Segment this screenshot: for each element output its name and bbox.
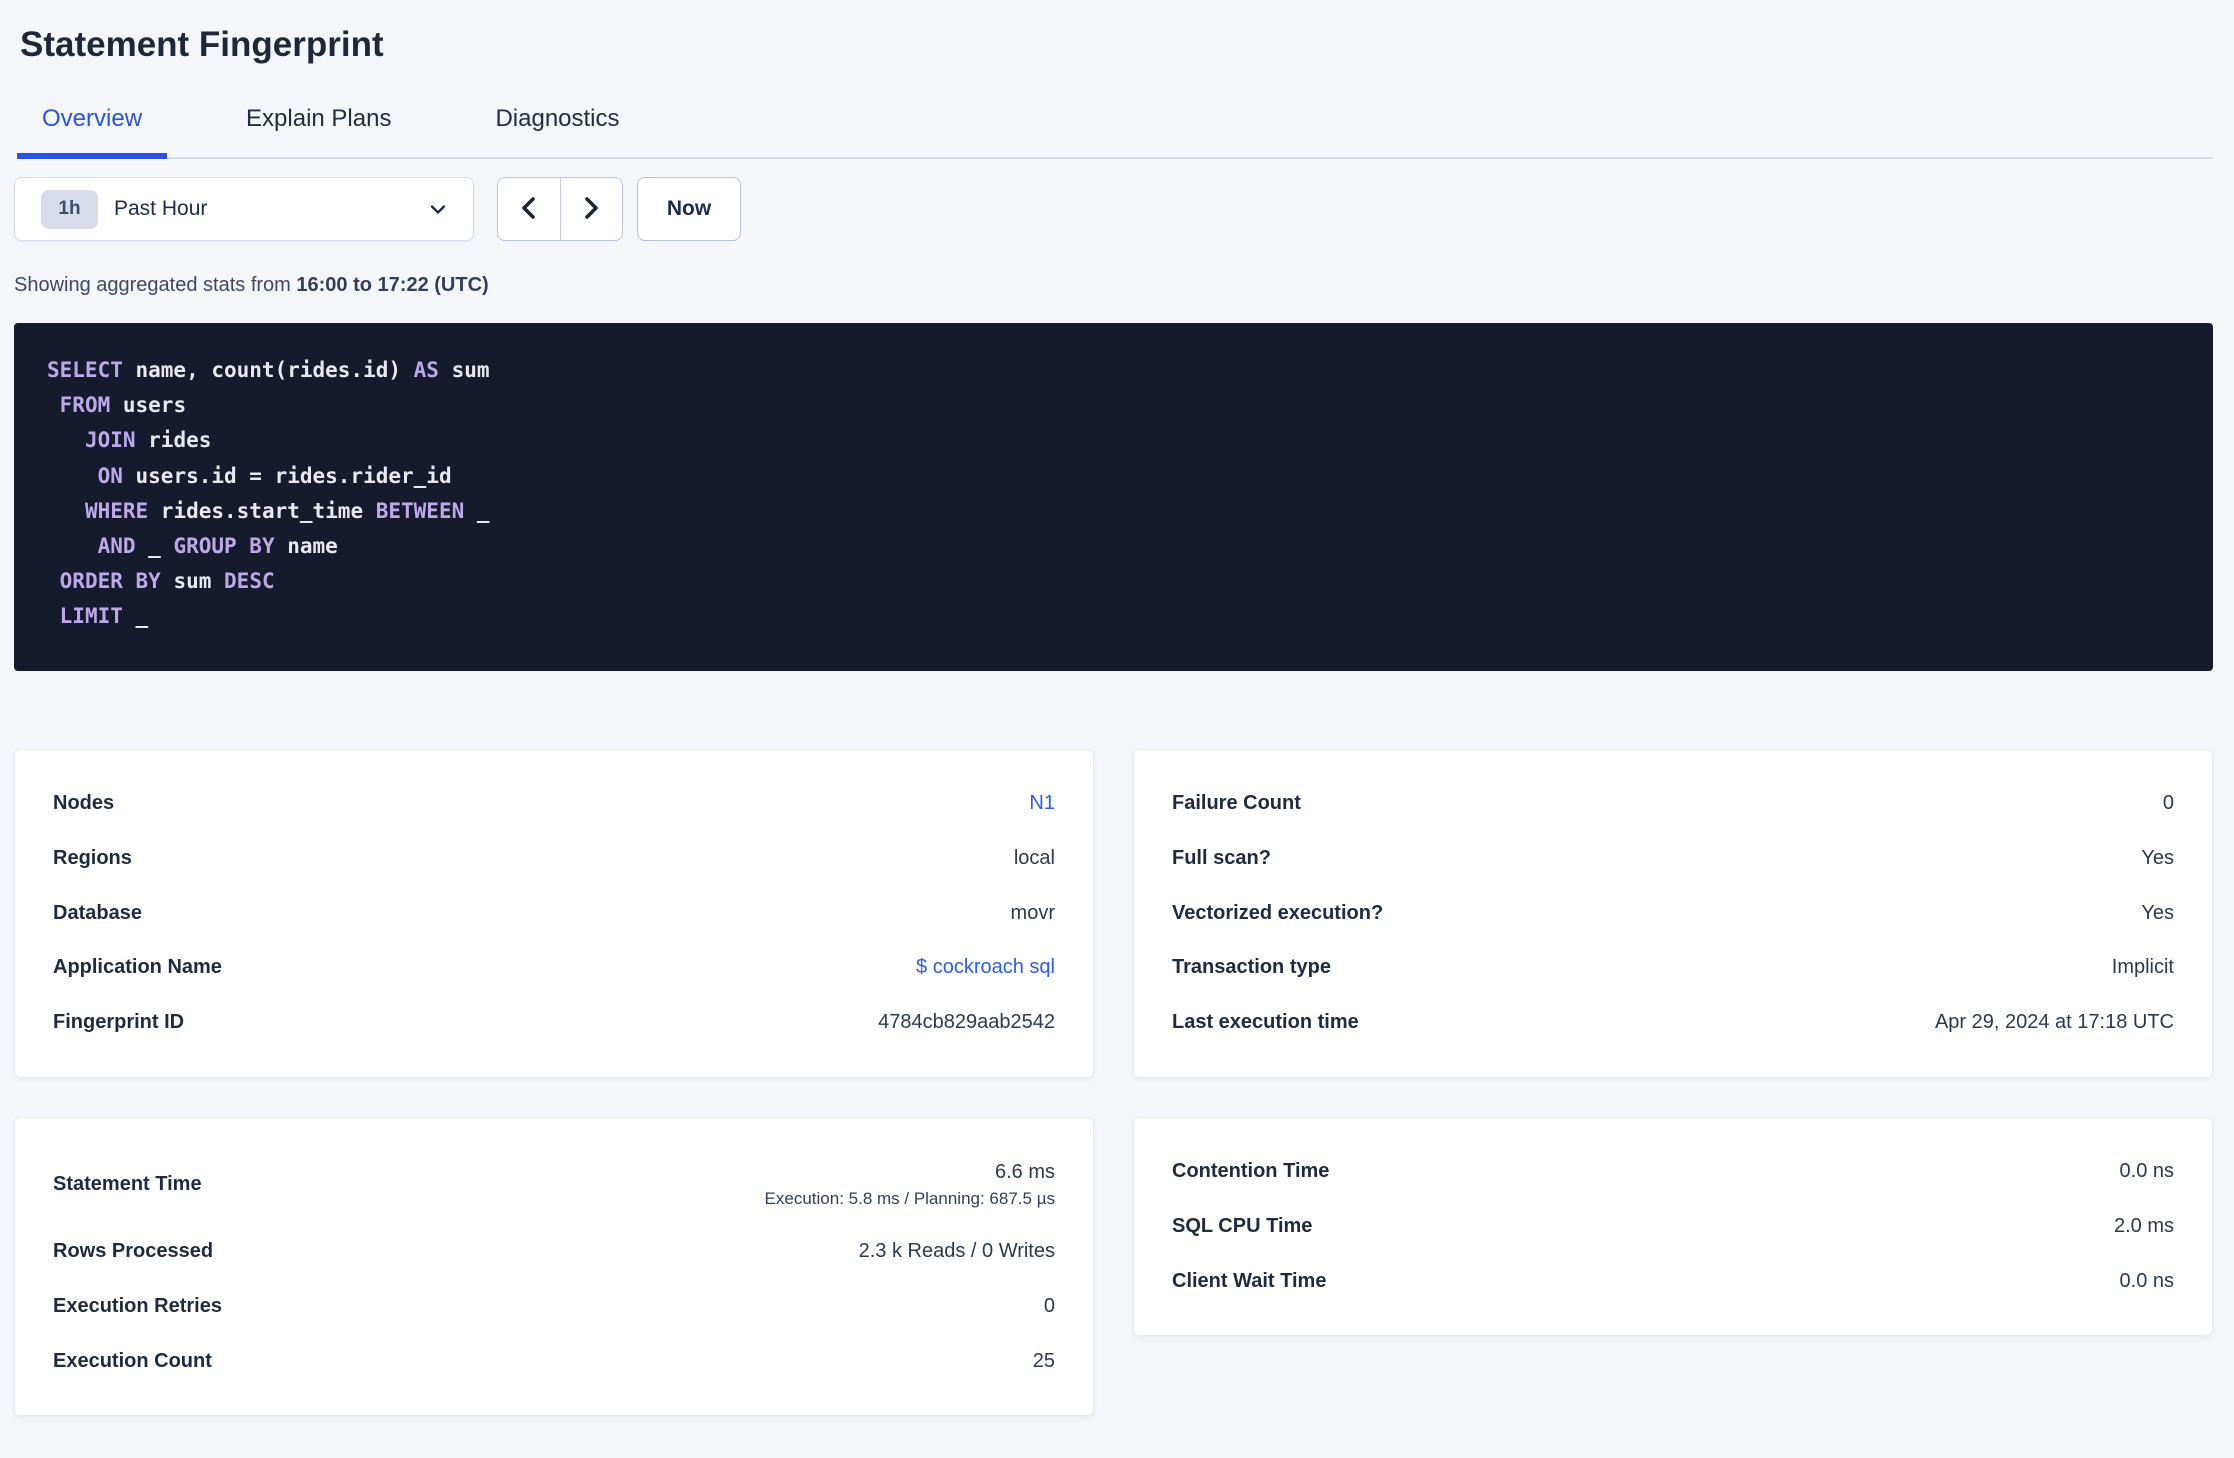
row-label: Execution Retries <box>53 1294 222 1317</box>
now-button[interactable]: Now <box>637 177 741 241</box>
row-value: 0.0 ns <box>2119 1160 2174 1183</box>
chevron-left-icon <box>516 193 542 226</box>
table-row: Rows Processed 2.3 k Reads / 0 Writes <box>53 1225 1055 1280</box>
previous-interval-button[interactable] <box>498 178 560 240</box>
table-row: Statement Time 6.6 ms Execution: 5.8 ms … <box>53 1145 1055 1225</box>
row-value: 25 <box>1032 1349 1055 1372</box>
row-label: Transaction type <box>1172 956 1331 979</box>
time-range-badge: 1h <box>41 189 98 229</box>
statement-timing-card: Statement Time 6.6 ms Execution: 5.8 ms … <box>14 1116 1094 1417</box>
summary-cards: Nodes N1 Regions local Database movr App… <box>14 748 2213 1417</box>
row-label: Execution Count <box>53 1349 212 1372</box>
table-row: Regions local <box>53 831 1055 886</box>
caption-time-range: 16:00 to 17:22 (UTC) <box>296 274 489 296</box>
table-row: Database movr <box>53 886 1055 941</box>
time-range-dropdown[interactable]: 1h Past Hour <box>14 177 474 241</box>
row-value: Implicit <box>2111 956 2174 979</box>
next-interval-button[interactable] <box>560 178 622 240</box>
table-row: Execution Retries 0 <box>53 1279 1055 1334</box>
row-label: Contention Time <box>1172 1160 1330 1183</box>
table-row: SQL CPU Time 2.0 ms <box>1172 1199 2174 1254</box>
row-value: 6.6 ms <box>994 1161 1055 1184</box>
row-label: SQL CPU Time <box>1172 1214 1313 1237</box>
row-value: 0.0 ns <box>2119 1269 2174 1292</box>
table-row: Vectorized execution? Yes <box>1172 886 2174 941</box>
row-subvalue: Execution: 5.8 ms / Planning: 687.5 µs <box>764 1189 1055 1209</box>
tab-overview[interactable]: Overview <box>17 105 168 159</box>
row-label: Vectorized execution? <box>1172 901 1384 924</box>
wait-time-card: Contention Time 0.0 ns SQL CPU Time 2.0 … <box>1133 1116 2213 1337</box>
row-label: Rows Processed <box>53 1240 214 1263</box>
caption-prefix: Showing aggregated stats from <box>14 274 297 296</box>
statement-time-values: 6.6 ms Execution: 5.8 ms / Planning: 687… <box>765 1158 1055 1211</box>
row-value: movr <box>1010 901 1055 924</box>
page-title: Statement Fingerprint <box>20 25 384 64</box>
table-row: Fingerprint ID 4784cb829aab2542 <box>53 995 1055 1050</box>
row-label: Fingerprint ID <box>53 1010 185 1033</box>
row-label: Regions <box>53 847 132 870</box>
table-row: Client Wait Time 0.0 ns <box>1172 1254 2174 1309</box>
row-value: 2.0 ms <box>2113 1214 2174 1237</box>
table-row: Last execution time Apr 29, 2024 at 17:1… <box>1172 995 2174 1050</box>
row-label: Database <box>53 901 142 924</box>
row-label: Full scan? <box>1172 847 1271 870</box>
row-label: Last execution time <box>1172 1010 1359 1033</box>
row-value: 0 <box>2162 792 2174 815</box>
sql-statement-box: SELECT name, count(rides.id) AS sum FROM… <box>14 323 2213 671</box>
time-controls: 1h Past Hour Now <box>14 177 2213 241</box>
table-row: Contention Time 0.0 ns <box>1172 1145 2174 1200</box>
table-row: Nodes N1 <box>53 777 1055 832</box>
row-value: Apr 29, 2024 at 17:18 UTC <box>1934 1010 2174 1033</box>
tab-diagnostics[interactable]: Diagnostics <box>470 105 644 159</box>
table-row: Application Name $ cockroach sql <box>53 940 1055 995</box>
tab-bar: Overview Explain Plans Diagnostics <box>17 105 2213 159</box>
table-row: Transaction type Implicit <box>1172 940 2174 995</box>
row-label: Statement Time <box>53 1173 202 1196</box>
time-step-button-group <box>497 177 623 241</box>
chevron-down-icon <box>426 197 450 221</box>
tab-explain-plans[interactable]: Explain Plans <box>221 105 416 159</box>
row-value: Yes <box>2141 847 2174 870</box>
row-label: Nodes <box>53 792 115 815</box>
table-row: Execution Count 25 <box>53 1334 1055 1389</box>
aggregated-stats-caption: Showing aggregated stats from 16:00 to 1… <box>14 274 2213 297</box>
time-range-label: Past Hour <box>114 197 208 220</box>
row-label: Client Wait Time <box>1172 1269 1327 1292</box>
row-value: 2.3 k Reads / 0 Writes <box>858 1240 1055 1263</box>
row-label: Failure Count <box>1172 792 1301 815</box>
row-value: Yes <box>2141 901 2174 924</box>
execution-attributes-card: Failure Count 0 Full scan? Yes Vectorize… <box>1133 748 2213 1078</box>
row-value: local <box>1013 847 1055 870</box>
row-value: 4784cb829aab2542 <box>878 1010 1055 1033</box>
row-label: Application Name <box>53 956 222 979</box>
statement-fingerprint-page: Statement Fingerprint Overview Explain P… <box>0 0 2234 1458</box>
application-name-link[interactable]: $ cockroach sql <box>916 956 1055 979</box>
row-value: 0 <box>1043 1294 1055 1317</box>
sql-code: SELECT name, count(rides.id) AS sum FROM… <box>47 358 490 629</box>
nodes-link[interactable]: N1 <box>1029 792 1055 815</box>
chevron-right-icon <box>578 193 604 226</box>
statement-details-card: Nodes N1 Regions local Database movr App… <box>14 748 1094 1078</box>
table-row: Failure Count 0 <box>1172 777 2174 832</box>
table-row: Full scan? Yes <box>1172 831 2174 886</box>
